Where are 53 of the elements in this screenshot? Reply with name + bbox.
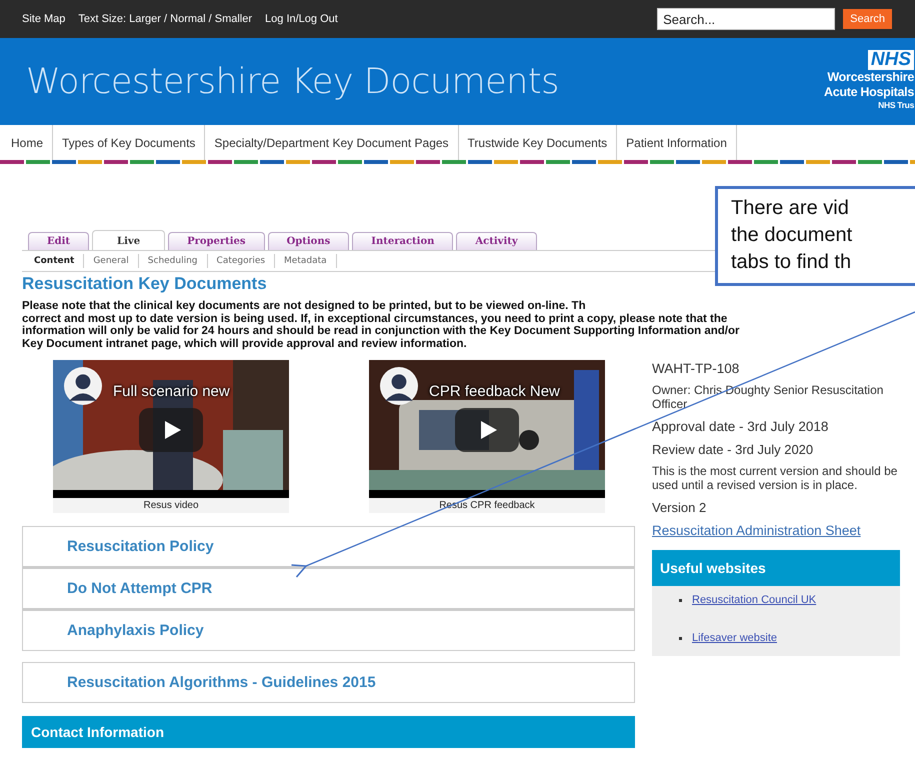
accordion-item[interactable]: Resuscitation Policy bbox=[22, 526, 635, 567]
callout-text: tabs to find th bbox=[731, 250, 852, 275]
callout-text: the document bbox=[731, 223, 854, 248]
panel-title: Useful websites bbox=[652, 550, 900, 586]
subtab[interactable]: Categories bbox=[208, 254, 276, 268]
video-player[interactable]: Full scenario new bbox=[53, 360, 289, 498]
nhs-logo: NHS bbox=[868, 50, 914, 70]
review-date: Review date - 3rd July 2020 bbox=[652, 442, 814, 457]
site-title: Worcestershire Key Documents bbox=[26, 62, 559, 102]
subtab[interactable]: General bbox=[84, 254, 139, 268]
video-player[interactable]: CPR feedback New bbox=[369, 360, 605, 498]
bullet-icon bbox=[679, 636, 682, 640]
video-caption: Resus video bbox=[142, 499, 200, 513]
approval-date: Approval date - 3rd July 2018 bbox=[652, 419, 830, 434]
tab[interactable]: Interaction bbox=[352, 232, 454, 250]
top-link[interactable]: Text Size: Larger / Normal / Smaller bbox=[78, 13, 252, 25]
bullet-icon bbox=[679, 598, 682, 602]
document-code: WAHT-TP-108 bbox=[652, 361, 740, 376]
video-title: CPR feedback New bbox=[429, 383, 560, 400]
trust-name: NHS Trus bbox=[878, 100, 914, 110]
notice-text: information will only be valid for 24 hours and should be read in conjunction with the Key Document Supporting Information and/or bbox=[22, 325, 741, 338]
notice-text: Please note that the clinical key documents are not designed to be printed, but to be viewed on-line. Th bbox=[22, 300, 587, 312]
subtab[interactable]: Content bbox=[22, 254, 84, 268]
subtab[interactable]: Metadata bbox=[275, 254, 337, 268]
play-icon[interactable] bbox=[455, 408, 519, 452]
owner-text: Owner: Chris Doughty Senior Resuscitation Officer bbox=[652, 384, 884, 411]
tab[interactable]: Activity bbox=[456, 232, 537, 250]
avatar-icon bbox=[380, 367, 418, 405]
accordion-item[interactable]: Do Not Attempt CPR bbox=[22, 567, 635, 609]
video-title: Full scenario new bbox=[113, 383, 230, 400]
top-link[interactable]: Log In/Log Out bbox=[265, 13, 338, 25]
tab[interactable]: Options bbox=[268, 232, 350, 250]
avatar-icon bbox=[64, 367, 102, 405]
tab[interactable]: Edit bbox=[28, 232, 90, 250]
callout-text: There are vid bbox=[731, 196, 850, 221]
trust-name: Acute Hospitals bbox=[824, 84, 914, 100]
admin-sheet-link[interactable]: Resuscitation Administration Sheet bbox=[652, 523, 900, 538]
play-icon[interactable] bbox=[139, 408, 203, 452]
version-text: Version 2 bbox=[652, 500, 708, 515]
accordion-item[interactable]: Anaphylaxis Policy bbox=[22, 609, 635, 651]
accordion-item[interactable]: Resuscitation Algorithms - Guidelines 2015 bbox=[22, 662, 635, 703]
subtab[interactable]: Scheduling bbox=[138, 254, 208, 268]
search-field[interactable]: Search... bbox=[657, 8, 836, 30]
website-link[interactable]: Resuscitation Council UK bbox=[692, 594, 816, 606]
notice-text: Key Document intranet page, which will provide approval and review information. bbox=[22, 338, 468, 350]
tab[interactable]: Properties bbox=[168, 232, 265, 250]
notice-text: correct and most up to date version is being used. If, in exceptional circumstances, you need to print a copy, please note that the bbox=[22, 312, 728, 325]
page-heading: Resuscitation Key Documents bbox=[22, 274, 268, 294]
version-note: This is the most current version and should be used until a revised version is in place. bbox=[652, 465, 898, 492]
website-link[interactable]: Lifesaver website bbox=[692, 632, 777, 644]
top-link[interactable]: Site Map bbox=[22, 13, 66, 25]
trust-name: Worcestershire bbox=[827, 70, 914, 84]
tab[interactable]: Live bbox=[92, 230, 166, 250]
